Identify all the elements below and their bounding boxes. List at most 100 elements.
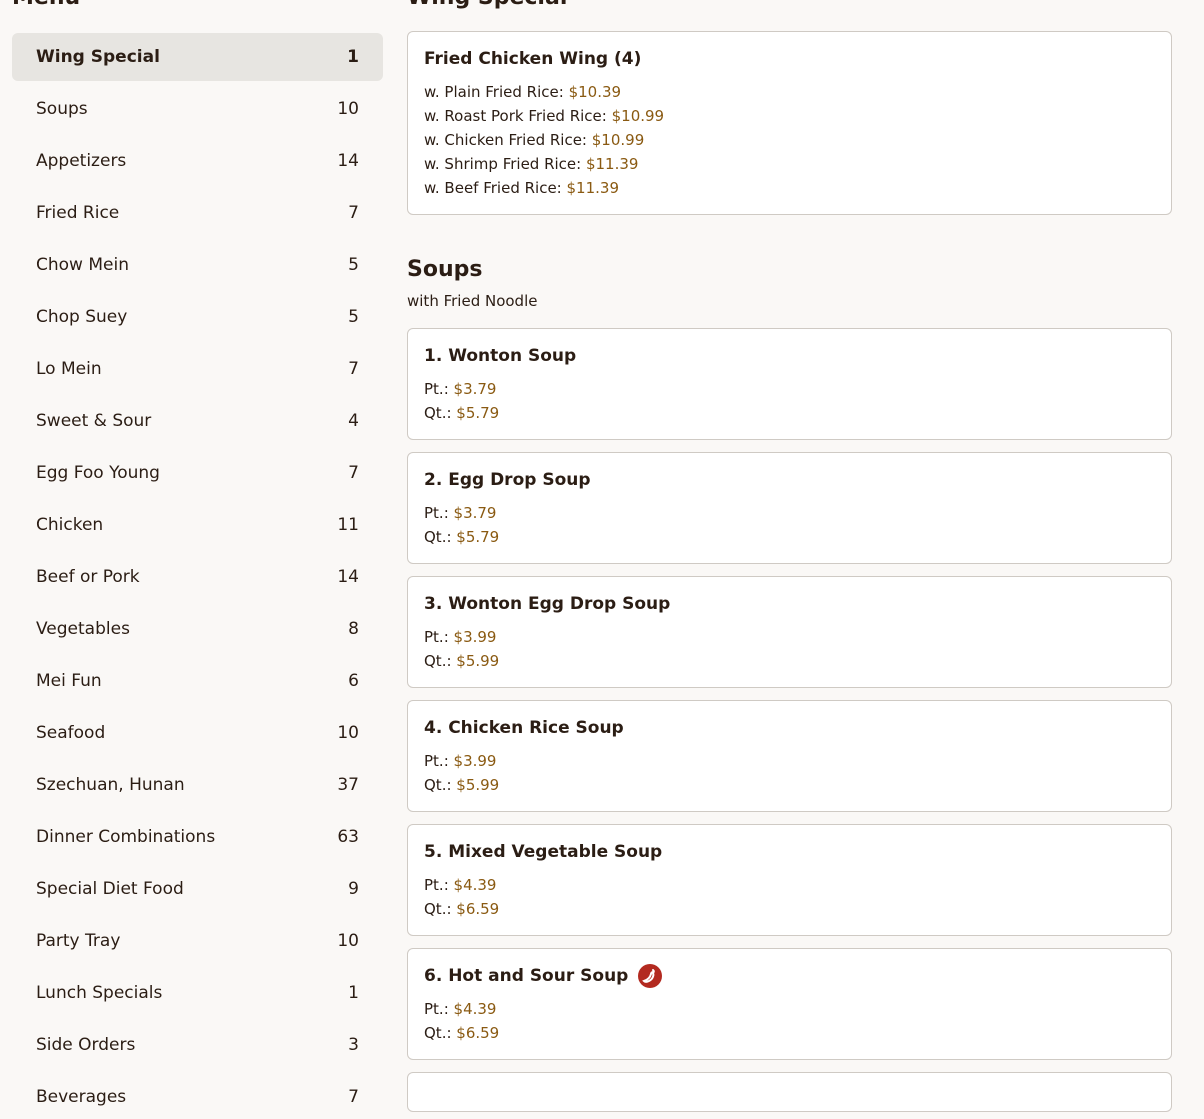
nav-item-szechuan-hunan[interactable]: Szechuan, Hunan 37 bbox=[12, 761, 383, 809]
menu-item-card[interactable]: 2. Egg Drop Soup Pt.: $3.79 Qt.: $5.79 bbox=[407, 452, 1172, 564]
price-label: Qt.: bbox=[424, 652, 457, 670]
nav-item-count: 10 bbox=[337, 723, 359, 743]
item-name-text: 1. Wonton Soup bbox=[424, 346, 577, 366]
nav-item-soups[interactable]: Soups 10 bbox=[12, 85, 383, 133]
price-label: Qt.: bbox=[424, 1024, 457, 1042]
nav-item-label: Appetizers bbox=[36, 151, 127, 171]
nav-item-party-tray[interactable]: Party Tray 10 bbox=[12, 917, 383, 965]
nav-item-vegetables[interactable]: Vegetables 8 bbox=[12, 605, 383, 653]
nav-item-label: Special Diet Food bbox=[36, 879, 184, 899]
price-line: Pt.: $3.79 bbox=[424, 501, 1155, 525]
price-label: w. Roast Pork Fried Rice: bbox=[424, 107, 612, 125]
section-title: Wing Special bbox=[407, 0, 1172, 18]
menu-item-card[interactable]: 1. Wonton Soup Pt.: $3.79 Qt.: $5.79 bbox=[407, 328, 1172, 440]
nav-item-count: 5 bbox=[348, 307, 359, 327]
price-line: Pt.: $3.99 bbox=[424, 625, 1155, 649]
item-name-text: Fried Chicken Wing (4) bbox=[424, 49, 642, 69]
price-line: w. Plain Fried Rice: $10.39 bbox=[424, 80, 1155, 104]
price-line: Qt.: $5.99 bbox=[424, 773, 1155, 797]
price-line: Qt.: $5.99 bbox=[424, 649, 1155, 673]
price-line: Qt.: $5.79 bbox=[424, 401, 1155, 425]
price-label: Pt.: bbox=[424, 628, 454, 646]
price-line: w. Beef Fried Rice: $11.39 bbox=[424, 176, 1155, 200]
nav-item-special-diet-food[interactable]: Special Diet Food 9 bbox=[12, 865, 383, 913]
price-value: $5.79 bbox=[456, 528, 500, 546]
nav-item-count: 7 bbox=[348, 1087, 359, 1107]
nav-item-count: 1 bbox=[347, 47, 359, 67]
price-line: Qt.: $6.59 bbox=[424, 897, 1155, 921]
item-name-text: 4. Chicken Rice Soup bbox=[424, 718, 624, 738]
nav-item-count: 5 bbox=[348, 255, 359, 275]
price-line: w. Chicken Fried Rice: $10.99 bbox=[424, 128, 1155, 152]
nav-item-label: Szechuan, Hunan bbox=[36, 775, 185, 795]
item-name: 1. Wonton Soup bbox=[424, 343, 1155, 369]
price-value: $4.39 bbox=[453, 876, 497, 894]
price-line: Pt.: $4.39 bbox=[424, 997, 1155, 1021]
menu-item-card[interactable]: 5. Mixed Vegetable Soup Pt.: $4.39 Qt.: … bbox=[407, 824, 1172, 936]
category-nav: Wing Special 1 Soups 10 Appetizers 14 Fried… bbox=[12, 33, 383, 1119]
item-name-text: 2. Egg Drop Soup bbox=[424, 470, 591, 490]
nav-item-mei-fun[interactable]: Mei Fun 6 bbox=[12, 657, 383, 705]
price-label: w. Beef Fried Rice: bbox=[424, 179, 567, 197]
price-value: $5.79 bbox=[456, 404, 500, 422]
nav-item-seafood[interactable]: Seafood 10 bbox=[12, 709, 383, 757]
price-label: Qt.: bbox=[424, 900, 457, 918]
nav-item-beverages[interactable]: Beverages 7 bbox=[12, 1073, 383, 1119]
nav-item-count: 37 bbox=[337, 775, 359, 795]
nav-item-label: Chop Suey bbox=[36, 307, 128, 327]
nav-item-label: Beverages bbox=[36, 1087, 127, 1107]
sidebar-title: Menu bbox=[12, 0, 383, 18]
nav-item-side-orders[interactable]: Side Orders 3 bbox=[12, 1021, 383, 1069]
nav-item-count: 4 bbox=[348, 411, 359, 431]
menu-item-card[interactable]: Fried Chicken Wing (4) w. Plain Fried Ri… bbox=[407, 31, 1172, 215]
nav-item-count: 14 bbox=[337, 151, 359, 171]
price-value: $3.79 bbox=[453, 504, 497, 522]
nav-item-count: 10 bbox=[337, 99, 359, 119]
menu-item-card[interactable] bbox=[407, 1072, 1172, 1112]
nav-item-count: 7 bbox=[348, 359, 359, 379]
nav-item-chicken[interactable]: Chicken 11 bbox=[12, 501, 383, 549]
price-label: Pt.: bbox=[424, 752, 454, 770]
item-name: 6. Hot and Sour Soup bbox=[424, 963, 1155, 989]
nav-item-wing-special[interactable]: Wing Special 1 bbox=[12, 33, 383, 81]
price-line: Qt.: $6.59 bbox=[424, 1021, 1155, 1045]
price-label: Pt.: bbox=[424, 504, 454, 522]
nav-item-count: 8 bbox=[348, 619, 359, 639]
menu-item-card[interactable]: 4. Chicken Rice Soup Pt.: $3.99 Qt.: $5.… bbox=[407, 700, 1172, 812]
price-label: Pt.: bbox=[424, 876, 454, 894]
nav-item-label: Party Tray bbox=[36, 931, 121, 951]
price-line: Pt.: $4.39 bbox=[424, 873, 1155, 897]
nav-item-count: 6 bbox=[348, 671, 359, 691]
item-name: 5. Mixed Vegetable Soup bbox=[424, 839, 1155, 865]
section-title: Soups bbox=[407, 257, 483, 282]
price-value: $5.99 bbox=[456, 776, 500, 794]
nav-item-appetizers[interactable]: Appetizers 14 bbox=[12, 137, 383, 185]
menu-item-card[interactable]: 3. Wonton Egg Drop Soup Pt.: $3.99 Qt.: … bbox=[407, 576, 1172, 688]
menu-item-card[interactable]: 6. Hot and Sour Soup Pt.: $4.39 Qt.: $6.… bbox=[407, 948, 1172, 1060]
nav-item-label: Fried Rice bbox=[36, 203, 120, 223]
nav-item-dinner-combinations[interactable]: Dinner Combinations 63 bbox=[12, 813, 383, 861]
price-value: $3.99 bbox=[453, 752, 497, 770]
nav-item-lunch-specials[interactable]: Lunch Specials 1 bbox=[12, 969, 383, 1017]
price-value: $11.39 bbox=[566, 179, 620, 197]
item-name: 2. Egg Drop Soup bbox=[424, 467, 1155, 493]
price-label: w. Plain Fried Rice: bbox=[424, 83, 569, 101]
nav-item-sweet-sour[interactable]: Sweet & Sour 4 bbox=[12, 397, 383, 445]
price-value: $3.79 bbox=[453, 380, 497, 398]
nav-item-fried-rice[interactable]: Fried Rice 7 bbox=[12, 189, 383, 237]
nav-item-beef-or-pork[interactable]: Beef or Pork 14 bbox=[12, 553, 383, 601]
item-name: 3. Wonton Egg Drop Soup bbox=[424, 591, 1155, 617]
nav-item-count: 10 bbox=[337, 931, 359, 951]
item-name: Fried Chicken Wing (4) bbox=[424, 46, 1155, 72]
price-label: Pt.: bbox=[424, 1000, 454, 1018]
nav-item-count: 7 bbox=[348, 463, 359, 483]
nav-item-chop-suey[interactable]: Chop Suey 5 bbox=[12, 293, 383, 341]
nav-item-count: 7 bbox=[348, 203, 359, 223]
nav-item-count: 3 bbox=[348, 1035, 359, 1055]
sidebar: Menu Wing Special1 Soups10 Appetizers14 … bbox=[12, 0, 383, 1119]
nav-item-egg-foo-young[interactable]: Egg Foo Young 7 bbox=[12, 449, 383, 497]
nav-item-count: 63 bbox=[337, 827, 359, 847]
price-value: $6.59 bbox=[456, 1024, 500, 1042]
nav-item-chow-mein[interactable]: Chow Mein 5 bbox=[12, 241, 383, 289]
nav-item-lo-mein[interactable]: Lo Mein 7 bbox=[12, 345, 383, 393]
